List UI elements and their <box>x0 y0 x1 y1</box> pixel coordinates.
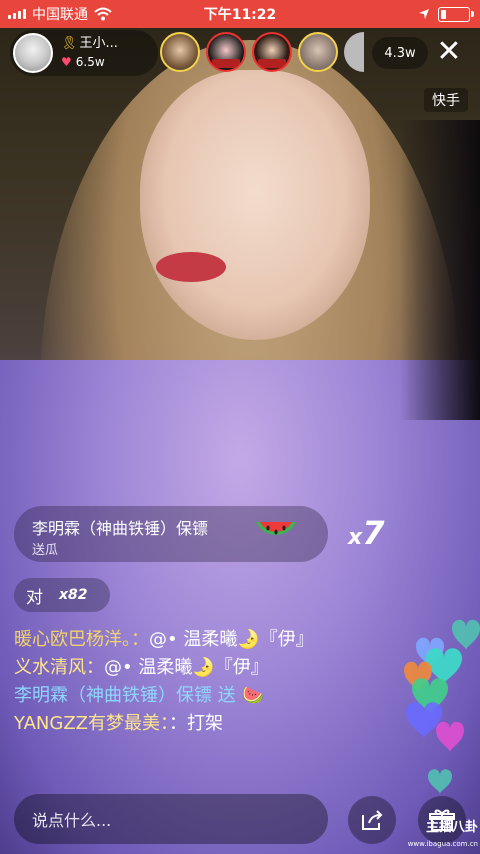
comment-placeholder: 说点什么... <box>32 811 112 830</box>
status-bar: 中国联通 下午11:22 <box>0 0 480 28</box>
combo-comment: 对 x82 <box>14 578 110 612</box>
floating-hearts-layer <box>404 619 480 794</box>
share-icon <box>362 810 383 830</box>
host-name: 王小... <box>79 36 118 51</box>
viewer-count[interactable]: 4.3w <box>372 37 428 69</box>
chat-feed: 暖心欧巴杨洋。：@• 温柔曦🌛『伊』 义水清风：@• 温柔曦🌛『伊』 李明霖（神… <box>14 626 344 738</box>
viewer-avatar[interactable] <box>252 32 292 72</box>
close-button[interactable]: ✕ <box>432 36 466 70</box>
app-brand-badge: 快手 <box>424 88 468 112</box>
viewer-avatar[interactable] <box>298 32 338 72</box>
chat-username[interactable]: 李明霖（神曲铁锤）保镖 送 🍉 <box>14 685 264 706</box>
location-arrow-icon <box>419 9 429 19</box>
streamer-lips <box>156 252 226 282</box>
host-likes: 6.5w <box>75 55 105 69</box>
gift-multiplier: x7 <box>348 514 385 552</box>
ribbon-icon: 🎗 <box>61 36 78 51</box>
streamer-face <box>140 70 370 340</box>
chat-username[interactable]: YANGZZ有梦最美： <box>14 713 169 734</box>
watermark: 主播八卦 www.ibagua.com.cn <box>390 820 478 852</box>
chat-message: 李明霖（神曲铁锤）保镖 送 🍉 <box>14 682 344 710</box>
chat-text: ：打架 <box>169 713 223 734</box>
chat-text: @• 温柔曦🌛『伊』 <box>149 629 314 650</box>
heart-icon <box>452 619 480 650</box>
chat-username[interactable]: 义水清风： <box>14 657 104 678</box>
viewer-avatar[interactable] <box>160 32 200 72</box>
heart-icon: ♥ <box>61 55 72 69</box>
chat-message: YANGZZ有梦最美：：打架 <box>14 710 344 738</box>
viewer-avatar[interactable] <box>344 32 364 72</box>
host-profile[interactable]: 🎗 王小... ♥ 6.5w <box>10 30 158 76</box>
gift-action: 送瓜 <box>32 543 59 558</box>
share-button[interactable] <box>348 796 396 844</box>
gift-sender: 李明霖（神曲铁锤）保镖 <box>32 519 209 538</box>
background-shadow <box>400 120 480 420</box>
heart-icon <box>436 721 464 752</box>
chat-text: @• 温柔曦🌛『伊』 <box>104 657 269 678</box>
comment-input[interactable]: 说点什么... <box>14 794 328 844</box>
battery-icon <box>438 6 474 22</box>
combo-count: x82 <box>59 587 88 603</box>
viewer-list <box>160 32 364 72</box>
viewer-avatar[interactable] <box>206 32 246 72</box>
combo-text: 对 <box>26 587 43 608</box>
chat-message: 义水清风：@• 温柔曦🌛『伊』 <box>14 654 344 682</box>
heart-icon <box>426 648 462 684</box>
host-avatar[interactable] <box>13 33 53 73</box>
watermelon-icon <box>256 522 296 535</box>
watermark-url: www.ibagua.com.cn <box>407 840 478 848</box>
watermark-text: 主播八卦 <box>425 820 478 835</box>
chat-message: 暖心欧巴杨洋。：@• 温柔曦🌛『伊』 <box>14 626 344 654</box>
heart-icon <box>428 769 452 794</box>
clock: 下午11:22 <box>203 7 277 23</box>
chat-username[interactable]: 暖心欧巴杨洋。： <box>14 629 149 650</box>
